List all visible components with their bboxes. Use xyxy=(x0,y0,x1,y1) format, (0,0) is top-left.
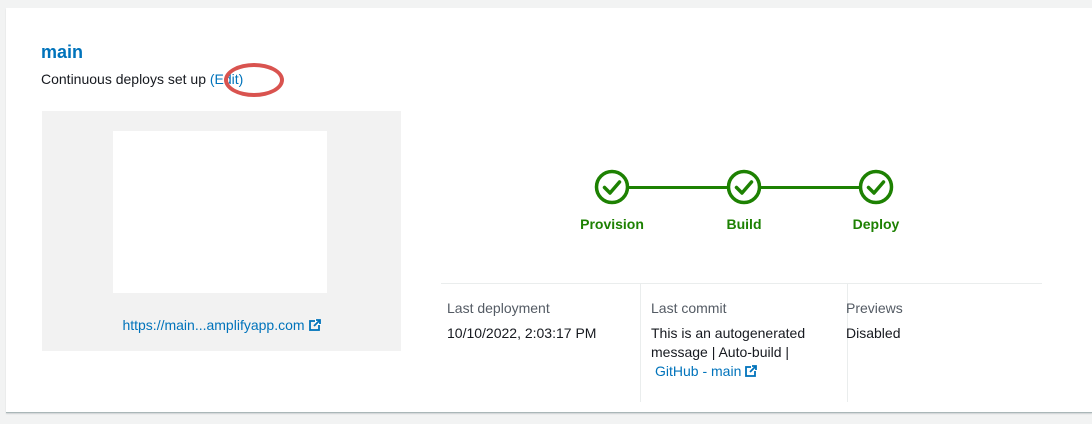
check-circle-icon xyxy=(858,169,894,205)
step-label-deploy: Deploy xyxy=(852,216,900,232)
external-link-icon[interactable] xyxy=(745,365,758,377)
continuous-deploys-row: Continuous deploys set up (Edit) xyxy=(41,71,243,87)
column-divider-1 xyxy=(640,284,641,402)
last-deployment-value: 10/10/2022, 2:03:17 PM xyxy=(447,325,597,341)
step-label-build: Build xyxy=(726,216,762,232)
github-branch-link[interactable]: GitHub - main xyxy=(655,362,741,381)
last-deployment-column: Last deployment 10/10/2022, 2:03:17 PM xyxy=(447,299,596,343)
preview-panel: https://main...amplifyapp.com xyxy=(42,111,401,351)
branch-card: main Continuous deploys set up (Edit) ht… xyxy=(6,8,1092,413)
external-link-icon[interactable] xyxy=(308,319,321,331)
last-deployment-label: Last deployment xyxy=(447,300,550,316)
last-commit-line-2: message | Auto-build | xyxy=(651,344,790,360)
last-commit-label: Last commit xyxy=(651,300,727,316)
last-commit-line-1: This is an autogenerated xyxy=(651,325,806,341)
pipeline-connector-1 xyxy=(628,186,730,189)
step-label-provision: Provision xyxy=(580,216,644,232)
app-url-row: https://main...amplifyapp.com xyxy=(42,317,401,333)
check-circle-icon xyxy=(594,169,630,205)
previews-label: Previews xyxy=(846,300,903,316)
last-commit-column: Last commit This is an autogenerated mes… xyxy=(651,299,805,381)
edit-link[interactable]: (Edit) xyxy=(210,71,243,87)
last-commit-link-row: GitHub - main xyxy=(651,362,805,381)
app-url-link[interactable]: https://main...amplifyapp.com xyxy=(122,317,304,333)
details-divider xyxy=(441,283,1042,284)
branch-name-link[interactable]: main xyxy=(41,42,83,63)
continuous-deploys-text: Continuous deploys set up xyxy=(41,71,206,87)
previews-column: Previews Disabled xyxy=(846,299,903,343)
app-thumbnail[interactable] xyxy=(113,131,327,293)
previews-value: Disabled xyxy=(846,325,901,341)
pipeline-connector-2 xyxy=(760,186,862,189)
deployment-pipeline: Provision Build Deploy xyxy=(576,169,906,239)
check-circle-icon xyxy=(726,169,762,205)
